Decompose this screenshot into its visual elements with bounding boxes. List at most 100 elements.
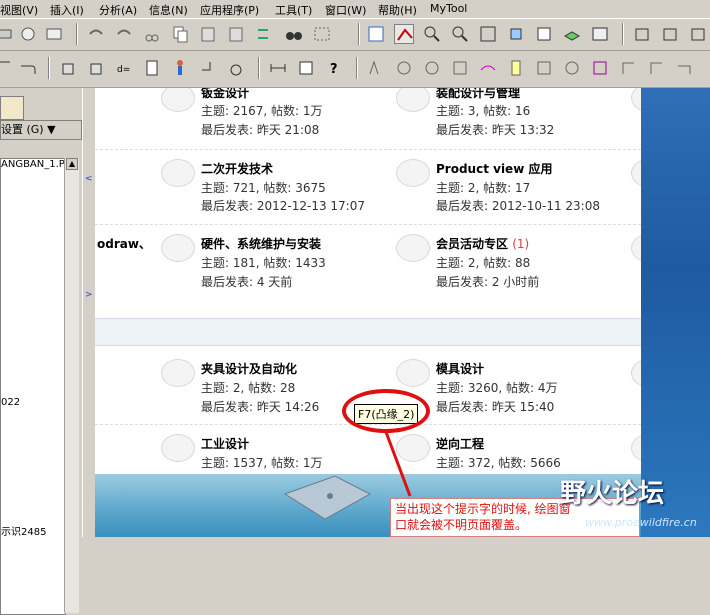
extrude-icon[interactable] [366, 58, 386, 78]
mirror-icon[interactable] [534, 58, 554, 78]
hidden-line-icon[interactable] [660, 24, 680, 44]
hole-icon[interactable] [562, 58, 582, 78]
zoom-out-icon[interactable] [450, 24, 470, 44]
relations-icon[interactable] [86, 58, 106, 78]
forum-bubble-icon [631, 359, 641, 387]
svg-text:d=: d= [117, 65, 130, 75]
forum-title[interactable]: 模具设计 [436, 360, 484, 377]
forum-title[interactable]: 工业设计 [201, 435, 249, 452]
forum-title-fragment[interactable]: odraw、 [97, 235, 151, 252]
menu-mytool[interactable]: MyTool [430, 2, 467, 15]
toolbar-separator [358, 23, 360, 45]
menu-applications[interactable]: 应用程序(P) [200, 2, 259, 18]
refit-icon[interactable] [478, 24, 498, 44]
redo-icon[interactable] [114, 24, 134, 44]
family-table-icon[interactable] [58, 58, 78, 78]
chevron-left-icon[interactable]: < [85, 174, 93, 184]
forum-last-post[interactable]: 最后发表: 2012-10-11 23:08 [436, 197, 600, 214]
forum-bubble-icon [631, 234, 641, 262]
toolbar-separator [258, 57, 260, 79]
tree-root-item[interactable]: ANGBAN_1.PI [1, 159, 68, 170]
model-tree-icon[interactable] [296, 58, 316, 78]
undo-icon[interactable] [86, 24, 106, 44]
draft-icon[interactable] [646, 58, 666, 78]
rib-icon[interactable] [618, 58, 638, 78]
view-manager-icon[interactable] [590, 24, 610, 44]
panel-splitter[interactable]: < > [82, 88, 96, 537]
forum-title[interactable]: Product view 应用 [436, 160, 552, 177]
highlight-circle [342, 389, 430, 433]
settings-dropdown[interactable]: 设置 (G) ▼ [0, 120, 82, 140]
forum-bubble-icon [161, 359, 195, 387]
menu-view[interactable]: 视图(V) [0, 2, 38, 18]
menu-help[interactable]: 帮助(H) [378, 2, 417, 18]
forum-title[interactable]: 会员活动专区 (1) [436, 235, 529, 252]
datum-display-icon[interactable] [394, 24, 414, 44]
forum-bubble-icon [396, 159, 430, 187]
spring-icon[interactable] [506, 58, 526, 78]
forum-title[interactable]: 二次开发技术 [201, 160, 273, 177]
forum-last-post[interactable]: 最后发表: 昨天 15:40 [436, 398, 554, 415]
regenerate-icon[interactable] [254, 24, 274, 44]
context-help-icon[interactable]: ? [324, 58, 344, 78]
folder-tab-icon[interactable] [0, 96, 24, 120]
forum-stats: 主题: 181, 帖数: 1433 [201, 256, 326, 270]
pattern-icon[interactable] [450, 58, 470, 78]
round-icon[interactable] [674, 58, 694, 78]
menu-tools[interactable]: 工具(T) [275, 2, 312, 18]
forum-title[interactable]: 硬件、系统维护与安装 [201, 235, 321, 252]
forum-bubble-icon [631, 88, 641, 112]
shading-icon[interactable] [632, 24, 652, 44]
select-box-icon[interactable] [312, 24, 332, 44]
forum-title[interactable]: 钣金设计 [201, 88, 249, 101]
revolve-icon[interactable] [394, 58, 414, 78]
sketch-view-icon[interactable] [366, 24, 386, 44]
datum-curve-icon[interactable] [0, 58, 14, 78]
row-divider [95, 149, 641, 150]
chevron-right-icon[interactable]: > [85, 290, 93, 300]
notes-icon[interactable] [142, 58, 162, 78]
forum-last-post[interactable]: 最后发表: 2 小时前 [436, 273, 539, 290]
datum-point-icon[interactable] [198, 58, 218, 78]
menu-insert[interactable]: 插入(I) [50, 2, 84, 18]
email-icon[interactable] [44, 24, 64, 44]
measure-icon[interactable] [268, 58, 288, 78]
shell-icon[interactable] [590, 58, 610, 78]
manikin-icon[interactable] [170, 58, 190, 78]
forum-last-post[interactable]: 最后发表: 4 天前 [201, 273, 292, 290]
forum-stats: 主题: 721, 帖数: 3675 [201, 181, 326, 195]
copy-icon[interactable] [170, 24, 190, 44]
menu-analysis[interactable]: 分析(A) [99, 2, 137, 18]
wireframe-icon[interactable] [688, 24, 708, 44]
paste-icon[interactable] [198, 24, 218, 44]
datum-axis-icon[interactable] [226, 58, 246, 78]
menu-window[interactable]: 窗口(W) [325, 2, 366, 18]
forum-watermark: 野火论坛 [560, 479, 665, 509]
forum-stats: 主题: 2, 帖数: 88 [436, 256, 531, 270]
sweep-icon[interactable] [422, 58, 442, 78]
forum-title[interactable]: 夹具设计及自动化 [201, 360, 297, 377]
send-icon[interactable] [18, 24, 38, 44]
forum-last-post[interactable]: 最后发表: 2012-12-13 17:07 [201, 197, 365, 214]
menu-info[interactable]: 信息(N) [149, 2, 188, 18]
style-icon[interactable] [478, 58, 498, 78]
model-tree[interactable]: ANGBAN_1.PI 022 示识2485 [0, 158, 68, 615]
scroll-up-icon[interactable]: ▲ [66, 158, 78, 170]
tree-scrollbar[interactable]: ▲ [64, 158, 79, 613]
zoom-in-icon[interactable] [422, 24, 442, 44]
paste-special-icon[interactable] [226, 24, 246, 44]
forum-title[interactable]: 装配设计与管理 [436, 88, 520, 101]
print-icon[interactable] [0, 24, 14, 44]
forum-last-post[interactable]: 最后发表: 昨天 21:08 [201, 121, 319, 138]
forum-bubble-icon [161, 159, 195, 187]
forum-title[interactable]: 逆向工程 [436, 435, 484, 452]
reorient-icon[interactable] [506, 24, 526, 44]
find-icon[interactable] [284, 24, 304, 44]
sketch-tool-icon[interactable] [18, 58, 38, 78]
parameters-icon[interactable]: d= [114, 58, 134, 78]
saved-views-icon[interactable] [534, 24, 554, 44]
forum-last-post[interactable]: 最后发表: 昨天 13:32 [436, 121, 554, 138]
forum-last-post[interactable]: 最后发表: 昨天 14:26 [201, 398, 319, 415]
layers-icon[interactable] [562, 24, 582, 44]
cut-icon[interactable] [142, 24, 162, 44]
